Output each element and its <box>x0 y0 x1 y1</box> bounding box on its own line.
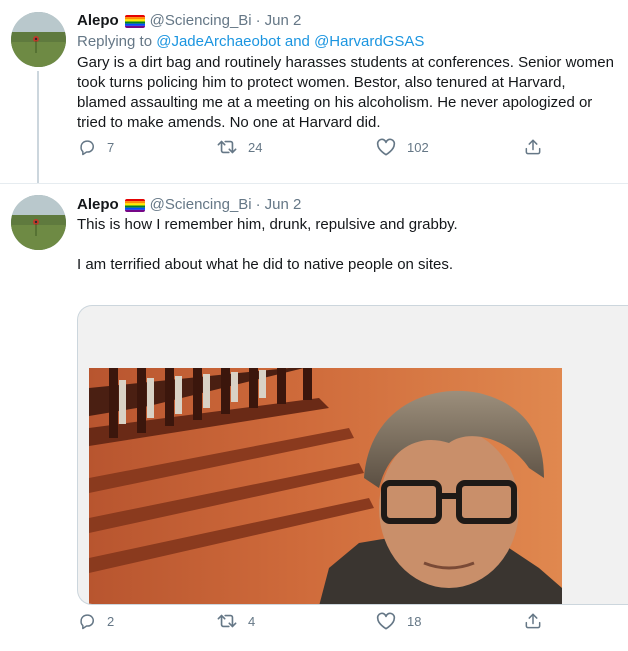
mention-link[interactable]: @JadeArchaeobot <box>156 33 280 50</box>
separator: · <box>255 12 261 29</box>
tweet-photo[interactable] <box>89 368 562 604</box>
reply-button[interactable]: 7 <box>77 137 114 157</box>
like-count: 18 <box>407 613 422 629</box>
like-count: 102 <box>407 139 429 155</box>
heart-icon <box>376 138 396 156</box>
avatar[interactable] <box>11 195 66 250</box>
tweet-date[interactable]: Jun 2 <box>265 195 302 215</box>
replying-to: Replying to @JadeArchaeobot and @Harvard… <box>77 32 614 52</box>
share-icon <box>525 139 541 155</box>
author-name[interactable]: Alepo <box>77 195 119 215</box>
retweet-icon <box>217 140 237 154</box>
tweet-text-line: This is how I remember him, drunk, repul… <box>77 216 458 233</box>
tweet-date[interactable]: Jun 2 <box>265 11 302 31</box>
replying-and[interactable]: and <box>285 33 310 50</box>
like-button[interactable]: 18 <box>375 611 421 631</box>
mention-link[interactable]: @HarvardGSAS <box>314 33 424 50</box>
media-card[interactable] <box>77 305 628 605</box>
retweet-count: 4 <box>248 613 256 629</box>
author-name[interactable]: Alepo <box>77 11 119 31</box>
tweet-text: Gary is a dirt bag and routinely harasse… <box>77 54 614 131</box>
heart-icon <box>376 612 396 630</box>
tweet-body: Alepo @Sciencing_Bi · Jun 2 This is how … <box>77 195 614 275</box>
share-button[interactable] <box>523 137 543 157</box>
thread-line <box>37 71 39 183</box>
tweet-text-line: I am terrified about what he did to nati… <box>77 256 454 273</box>
rainbow-flag-icon <box>124 14 145 28</box>
retweet-button[interactable]: 24 <box>216 137 262 157</box>
reply-button[interactable]: 2 <box>77 611 114 631</box>
tweet-header: Alepo @Sciencing_Bi · Jun 2 <box>77 195 614 215</box>
tweet-body: Alepo @Sciencing_Bi · Jun 2 Replying to … <box>77 11 614 133</box>
reply-count: 7 <box>107 139 115 155</box>
reply-icon <box>80 140 94 156</box>
separator: · <box>255 196 261 213</box>
share-button[interactable] <box>523 611 543 631</box>
retweet-button[interactable]: 4 <box>216 611 255 631</box>
tweet[interactable]: Alepo @Sciencing_Bi · Jun 2 Replying to … <box>0 0 628 183</box>
retweet-icon <box>217 614 237 628</box>
share-icon <box>525 613 541 629</box>
reply-count: 2 <box>107 613 115 629</box>
replying-prefix: Replying to <box>77 33 153 50</box>
rainbow-flag-icon <box>124 198 145 212</box>
tweet-header: Alepo @Sciencing_Bi · Jun 2 <box>77 11 614 31</box>
author-handle[interactable]: @Sciencing_Bi <box>150 11 252 31</box>
reply-icon <box>80 614 94 630</box>
like-button[interactable]: 102 <box>375 137 429 157</box>
avatar[interactable] <box>11 12 66 67</box>
tweet[interactable]: Alepo @Sciencing_Bi · Jun 2 This is how … <box>0 183 628 651</box>
author-handle[interactable]: @Sciencing_Bi <box>150 195 252 215</box>
tweet-text: This is how I remember him, drunk, repul… <box>77 215 614 275</box>
retweet-count: 24 <box>248 139 263 155</box>
